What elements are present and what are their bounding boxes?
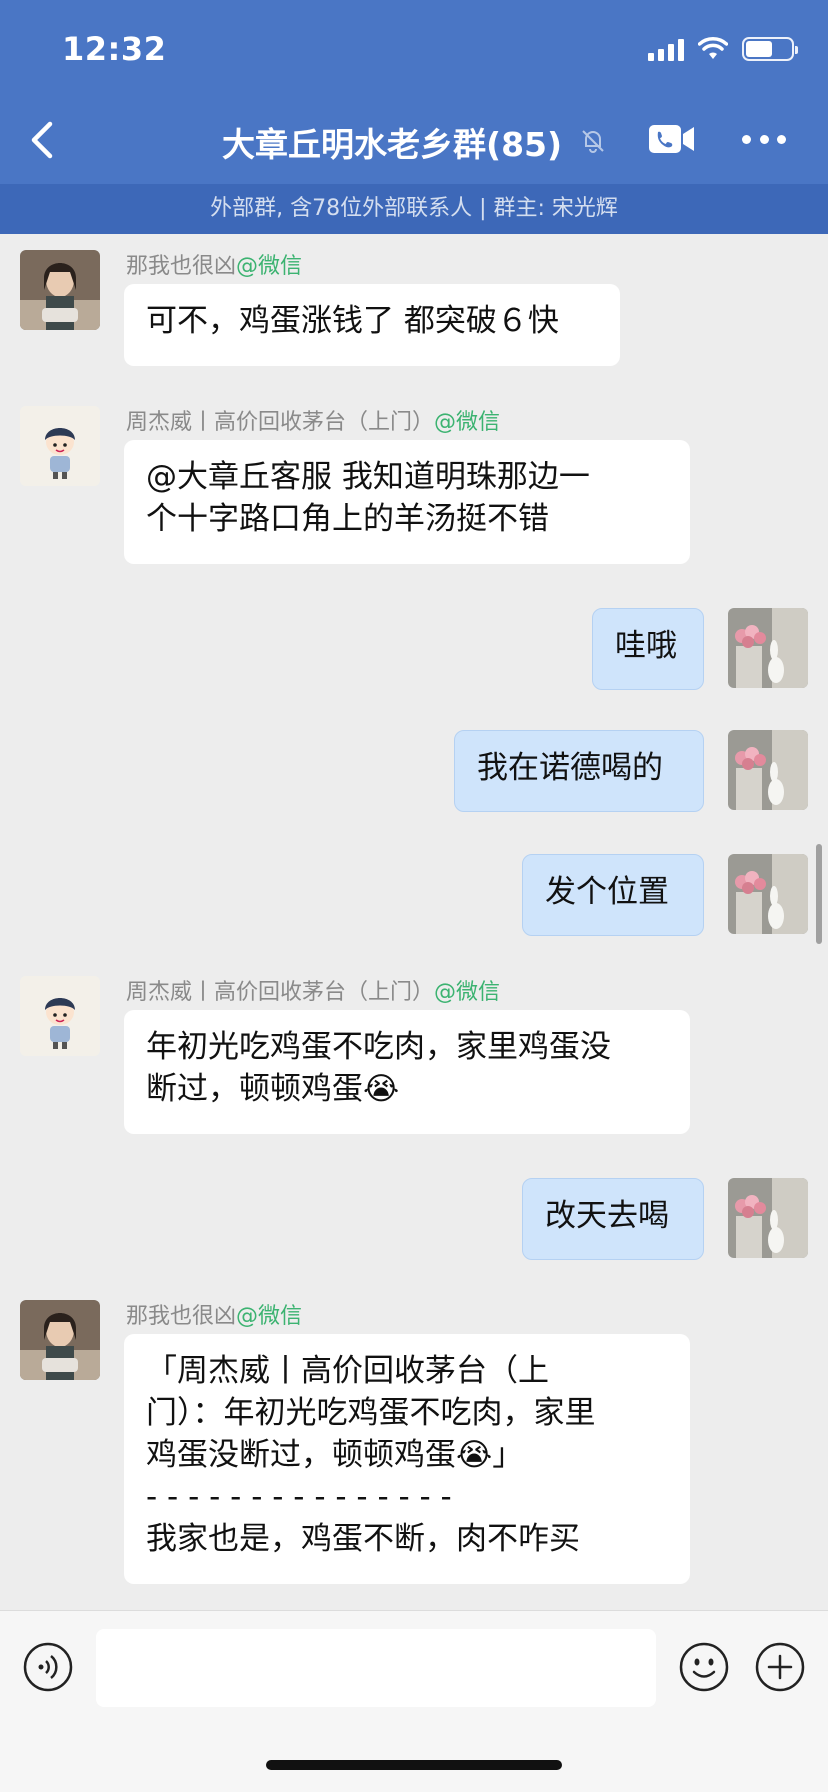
chat-title: 大章丘明水老乡群(85) xyxy=(222,125,563,164)
message-text: 发个位置 xyxy=(545,874,669,910)
message-input[interactable] xyxy=(96,1629,656,1707)
avatar-self-flowers[interactable] xyxy=(728,608,808,688)
message-bubble[interactable]: 我在诺德喝的 xyxy=(454,730,704,812)
message-bubble[interactable]: 可不，鸡蛋涨钱了 都突破６快 xyxy=(124,284,620,366)
message-bubble[interactable]: 年初光吃鸡蛋不吃肉，家里鸡蛋没 断过，顿顿鸡蛋😭 xyxy=(124,1010,690,1134)
message-text: 我家也是，鸡蛋不断，肉不咋买 xyxy=(146,1521,580,1557)
message-text: 哇哦 xyxy=(615,628,677,664)
quote-text: 门）：年初光吃鸡蛋不吃肉，家里 xyxy=(146,1395,596,1431)
group-info-bar: 外部群, 含78位外部联系人 | 群主: 宋光辉 xyxy=(0,184,828,234)
message-text: @大章丘客服 我知道明珠那边一 xyxy=(146,459,590,495)
status-icons xyxy=(648,36,798,62)
avatar-self-flowers[interactable] xyxy=(728,1178,808,1258)
message-bubble[interactable]: 发个位置 xyxy=(522,854,704,936)
voice-icon[interactable] xyxy=(22,1641,74,1693)
avatar-self-flowers[interactable] xyxy=(728,730,808,810)
message-bubble[interactable]: 「周杰威丨高价回收茅台（上 门）：年初光吃鸡蛋不吃肉，家里 鸡蛋没断过，顿顿鸡蛋… xyxy=(124,1334,690,1584)
home-indicator[interactable] xyxy=(266,1760,562,1770)
message-bubble[interactable]: @大章丘客服 我知道明珠那边一 个十字路口角上的羊汤挺不错 xyxy=(124,440,690,564)
message-text: 断过，顿顿鸡蛋😭 xyxy=(146,1071,400,1107)
back-chevron-icon[interactable] xyxy=(22,118,62,162)
plus-icon[interactable] xyxy=(754,1641,806,1693)
avatar-woman[interactable] xyxy=(20,1300,100,1380)
quote-divider: - - - - - - - - - - - - - - - xyxy=(146,1479,452,1515)
avatar-self-flowers[interactable] xyxy=(728,854,808,934)
signal-icon xyxy=(648,37,684,61)
message-text: 改天去喝 xyxy=(545,1198,669,1234)
wifi-icon xyxy=(698,37,728,59)
emoji-icon[interactable] xyxy=(678,1641,730,1693)
message-text: 可不，鸡蛋涨钱了 都突破６快 xyxy=(146,303,559,339)
more-dots-icon[interactable] xyxy=(742,132,786,146)
message-text: 我在诺德喝的 xyxy=(477,750,663,786)
quote-text: 「周杰威丨高价回收茅台（上 xyxy=(146,1353,549,1389)
message-text: 个十字路口角上的羊汤挺不错 xyxy=(146,501,549,537)
chat-area[interactable]: 那我也很凶@微信 可不，鸡蛋涨钱了 都突破６快 周杰威丨高价回收茅台（上门）@微… xyxy=(0,234,828,1610)
battery-icon xyxy=(742,37,798,61)
avatar-cartoon-boy[interactable] xyxy=(20,406,100,486)
quote-text: 鸡蛋没断过，顿顿鸡蛋😭」 xyxy=(146,1437,524,1473)
message-text: 年初光吃鸡蛋不吃肉，家里鸡蛋没 xyxy=(146,1029,611,1065)
sender-name: 那我也很凶@微信 xyxy=(126,254,303,279)
status-time: 12:32 xyxy=(62,30,167,68)
nav-bar: 大章丘明水老乡群(85) xyxy=(0,100,828,180)
avatar-woman[interactable] xyxy=(20,250,100,330)
message-bubble[interactable]: 改天去喝 xyxy=(522,1178,704,1260)
scrollbar[interactable] xyxy=(816,844,822,944)
message-bubble[interactable]: 哇哦 xyxy=(592,608,704,690)
video-call-icon[interactable] xyxy=(648,122,696,156)
sender-name: 周杰威丨高价回收茅台（上门）@微信 xyxy=(126,410,501,435)
sender-name: 周杰威丨高价回收茅台（上门）@微信 xyxy=(126,980,501,1005)
chat-header: 12:32 大章丘明水老乡群(85) xyxy=(0,0,828,184)
avatar-cartoon-boy[interactable] xyxy=(20,976,100,1056)
sender-name: 那我也很凶@微信 xyxy=(126,1304,303,1329)
mute-bell-icon xyxy=(582,130,604,153)
